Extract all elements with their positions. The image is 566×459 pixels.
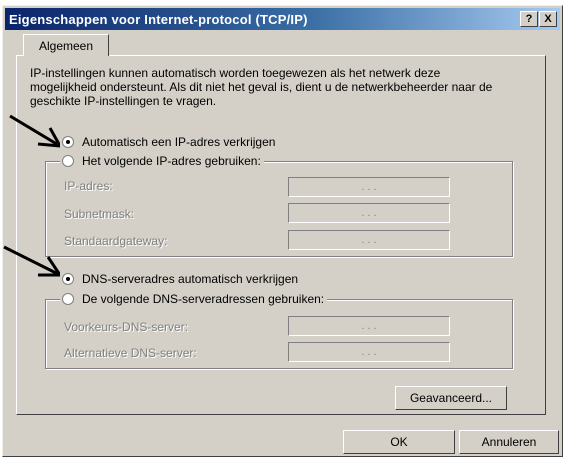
tab-algemeen[interactable]: Algemeen (23, 34, 109, 56)
radio-auto-ip[interactable]: Automatisch een IP-adres verkrijgen (60, 135, 279, 149)
radio-manual-dns-indicator[interactable] (62, 293, 74, 305)
subnet-mask-dots: . . . (361, 207, 377, 219)
radio-manual-ip-label: Het volgende IP-adres gebruiken: (82, 154, 261, 168)
tab-label: Algemeen (38, 38, 94, 53)
radio-manual-dns-label: De volgende DNS-serveradressen gebruiken… (82, 292, 325, 306)
subnet-mask-label: Subnetmask: (64, 207, 135, 221)
alternate-dns-label: Alternatieve DNS-server: (64, 346, 197, 360)
subnet-mask-field[interactable]: . . . (288, 203, 450, 223)
ok-button[interactable]: OK (343, 430, 455, 454)
alternate-dns-dots: . . . (361, 346, 377, 358)
preferred-dns-field[interactable]: . . . (288, 316, 450, 336)
window-title: Eigenschappen voor Internet-protocol (TC… (9, 11, 308, 27)
radio-auto-dns-label: DNS-serveradres automatisch verkrijgen (82, 272, 299, 286)
help-button[interactable]: ? (520, 11, 538, 27)
gateway-field[interactable]: . . . (288, 230, 450, 250)
radio-manual-dns[interactable]: De volgende DNS-serveradressen gebruiken… (60, 292, 328, 306)
radio-auto-ip-indicator[interactable] (62, 136, 74, 148)
ip-address-dots: . . . (361, 181, 377, 193)
radio-auto-ip-label: Automatisch een IP-adres verkrijgen (82, 135, 276, 149)
radio-manual-ip-indicator[interactable] (62, 155, 74, 167)
arrow-icon (3, 245, 62, 277)
arrow-icon (9, 114, 62, 148)
ip-address-label: IP-adres: (64, 179, 113, 193)
ip-address-field[interactable]: . . . (288, 177, 450, 197)
radio-auto-dns[interactable]: DNS-serveradres automatisch verkrijgen (60, 272, 302, 286)
cancel-button[interactable]: Annuleren (459, 430, 559, 454)
close-button[interactable]: X (539, 11, 557, 27)
radio-auto-dns-indicator[interactable] (62, 273, 74, 285)
gateway-label: Standaardgateway: (64, 234, 168, 248)
intro-text: IP-instellingen kunnen automatisch worde… (30, 66, 493, 108)
alternate-dns-field[interactable]: . . . (288, 342, 450, 362)
title-bar: Eigenschappen voor Internet-protocol (TC… (5, 8, 560, 30)
advanced-button[interactable]: Geavanceerd... (395, 386, 507, 410)
preferred-dns-label: Voorkeurs-DNS-server: (64, 320, 189, 334)
preferred-dns-dots: . . . (361, 320, 377, 332)
gateway-dots: . . . (361, 234, 377, 246)
radio-manual-ip[interactable]: Het volgende IP-adres gebruiken: (60, 154, 264, 168)
